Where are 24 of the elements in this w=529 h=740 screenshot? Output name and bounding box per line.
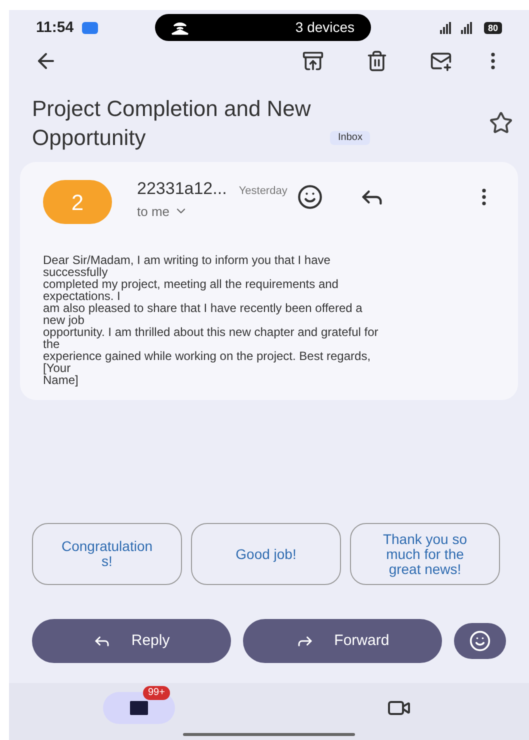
sender-name: 22331a12... xyxy=(137,178,227,200)
archive-icon[interactable] xyxy=(302,50,324,72)
emoji-button[interactable] xyxy=(454,623,506,659)
inbox-label[interactable]: Inbox xyxy=(330,131,370,145)
email-subject: Project Completion and New Opportunity xyxy=(32,95,312,152)
status-time: 11:54 xyxy=(36,18,74,38)
devices-pill[interactable]: 3 devices xyxy=(154,14,371,42)
smart-reply-chip[interactable]: Thank you so much for the great news! xyxy=(350,523,500,585)
message-body: Dear Sir/Madam, I am writing to inform you that I have successfully completed my project, meeting all the requirements and expectations. I am also pleased to share that I have recently been offered a new job opportunity. I am thrilled about this new chapter and grateful for the experience gained while working on the project. Best regards, [Your Name] xyxy=(43,254,380,386)
emoji-icon[interactable] xyxy=(297,184,324,210)
reply-button[interactable]: Reply xyxy=(32,619,232,663)
delete-icon[interactable] xyxy=(366,50,388,72)
devices-label: 3 devices xyxy=(295,18,355,38)
forward-button[interactable]: Forward xyxy=(243,619,442,663)
message-date: Yesterday xyxy=(238,184,288,199)
app-notification-icon xyxy=(82,22,98,34)
unread-badge: 99+ xyxy=(143,686,170,700)
star-icon[interactable] xyxy=(489,111,513,135)
battery-indicator: 80 xyxy=(484,22,502,34)
smart-reply-chip[interactable]: Congratulation s! xyxy=(32,523,182,585)
sender-avatar: 2 xyxy=(43,180,112,224)
emoji-icon xyxy=(469,630,492,652)
smart-reply-chip[interactable]: Good job! xyxy=(191,523,341,585)
recipient-label: to me xyxy=(137,202,170,220)
